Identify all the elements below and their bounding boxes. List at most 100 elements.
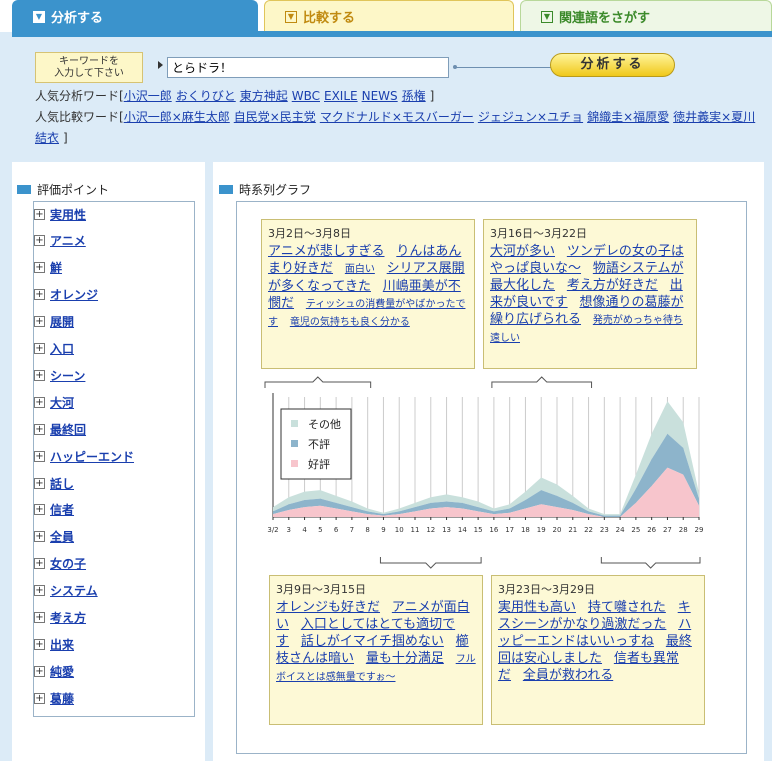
popular-analysis-link[interactable]: 孫権 (402, 89, 426, 103)
eval-item[interactable]: + 話し (34, 474, 74, 492)
expand-plus-icon[interactable]: + (34, 638, 45, 650)
eval-item-link[interactable]: 葛藤 (50, 690, 74, 707)
tab-related[interactable]: ▼ 関連語をさがす (520, 0, 772, 32)
eval-item[interactable]: + 女の子 (34, 555, 86, 573)
popular-compare-link[interactable]: ジェジュン×ユチョ (478, 110, 583, 124)
expand-plus-icon[interactable]: + (34, 262, 45, 274)
eval-item-link[interactable]: 純愛 (50, 663, 74, 680)
expand-plus-icon[interactable]: + (34, 504, 45, 516)
popular-analysis-link[interactable]: 小沢一郎 (124, 89, 172, 103)
eval-item[interactable]: + システム (34, 582, 98, 600)
eval-item-link[interactable]: 信者 (50, 501, 74, 518)
tab-bar: ▼ 分析する ▼ 比較する ▼ 関連語をさがす (0, 0, 772, 32)
expand-plus-icon[interactable]: + (34, 477, 45, 489)
eval-item[interactable]: + シーン (34, 366, 85, 384)
comment-link[interactable]: オレンジも好きだ (276, 600, 380, 615)
analyze-button[interactable]: 分析する (550, 53, 675, 77)
popular-analysis-link[interactable]: おくりびと (176, 89, 236, 103)
expand-plus-icon[interactable]: + (34, 396, 45, 408)
keyword-label-line1: キーワードを (59, 56, 119, 67)
keyword-label: キーワードを 入力して下さい (35, 52, 143, 83)
eval-item[interactable]: + オレンジ (34, 286, 98, 304)
eval-item[interactable]: + 最終回 (34, 420, 86, 438)
popular-compare-link[interactable]: 錦織圭×福原愛 (587, 110, 669, 124)
expand-plus-icon[interactable]: + (34, 612, 45, 623)
popular-compare-link[interactable]: マクドナルド×モスバーガー (320, 110, 474, 124)
eval-item[interactable]: + 展開 (34, 313, 74, 331)
eval-item[interactable]: + 全員 (34, 528, 74, 546)
eval-item-link[interactable]: 女の子 (50, 555, 86, 572)
expand-plus-icon[interactable]: + (34, 316, 45, 328)
keyword-label-line2: 入力して下さい (54, 68, 124, 79)
eval-item[interactable]: + 信者 (34, 501, 74, 519)
comment-link[interactable]: 面白い (345, 264, 375, 275)
popular-compare-close: ] (63, 131, 68, 145)
eval-item-link[interactable]: 考え方 (50, 609, 86, 626)
eval-item-link[interactable]: 最終回 (50, 421, 86, 438)
expand-plus-icon[interactable]: + (34, 289, 45, 301)
expand-plus-icon[interactable]: + (34, 450, 45, 462)
eval-item-link[interactable]: シーン (50, 367, 85, 384)
comment-link[interactable]: 実用性も高い (498, 600, 576, 615)
eval-item[interactable]: + アニメ (34, 232, 86, 250)
arrow-icon (158, 61, 163, 69)
eval-item[interactable]: + 実用性 (34, 205, 86, 223)
popular-analysis-link[interactable]: EXILE (324, 89, 358, 103)
keyword-input[interactable] (167, 57, 449, 78)
eval-item[interactable]: + ハッピーエンド (34, 447, 134, 465)
eval-item-link[interactable]: 話し (50, 475, 74, 492)
popular-analysis-link[interactable]: WBC (292, 89, 320, 103)
comment-link[interactable]: 考え方が好きだ (567, 278, 658, 293)
comment-link[interactable]: 大河が多い (490, 244, 555, 259)
expand-plus-icon[interactable]: + (34, 558, 45, 570)
eval-item-link[interactable]: 鮮 (50, 259, 62, 276)
expand-plus-icon[interactable]: + (34, 665, 45, 677)
comment-link[interactable]: アニメが悲しすぎる (268, 244, 384, 259)
expand-plus-icon[interactable]: + (34, 692, 45, 704)
eval-item-link[interactable]: 出来 (50, 636, 74, 653)
eval-item-link[interactable]: ハッピーエンド (50, 448, 134, 465)
eval-item[interactable]: + 入口 (34, 340, 74, 358)
comment-link[interactable]: 全員が救われる (523, 668, 613, 683)
expand-plus-icon[interactable]: + (34, 208, 45, 220)
comment-link[interactable]: 持て囃された (588, 600, 666, 615)
eval-item[interactable]: + 純愛 (34, 662, 74, 680)
expand-plus-icon[interactable]: + (34, 423, 45, 435)
period-bracket (379, 557, 482, 569)
expand-plus-icon[interactable]: + (34, 343, 45, 354)
comment-link[interactable]: 話しがイマイチ掴めない (301, 634, 444, 649)
expand-plus-icon[interactable]: + (34, 369, 45, 381)
tab-compare[interactable]: ▼ 比較する (264, 0, 514, 32)
expand-plus-icon[interactable]: + (34, 235, 45, 247)
eval-item[interactable]: + 出来 (34, 635, 74, 653)
search-panel: キーワードを 入力して下さい 分析する 人気分析ワード[小沢一郎おくりびと東方神… (12, 37, 772, 162)
popular-analysis-link[interactable]: NEWS (362, 89, 398, 103)
eval-item-link[interactable]: 全員 (50, 528, 74, 545)
comment-link[interactable]: 量も十分満足 (366, 651, 444, 666)
popular-compare-link[interactable]: 小沢一郎×麻生太郎 (124, 110, 230, 124)
popular-compare-link[interactable]: 自民党×民主党 (234, 110, 316, 124)
eval-item-link[interactable]: 大河 (50, 394, 74, 411)
popular-analysis-link[interactable]: 東方神起 (240, 89, 288, 103)
eval-item-link[interactable]: オレンジ (50, 286, 98, 303)
eval-item-link[interactable]: システム (50, 582, 98, 599)
eval-item-link[interactable]: 実用性 (50, 206, 86, 223)
popular-compare-link[interactable]: 結衣 (35, 131, 59, 145)
right-margin-bar (764, 162, 772, 761)
popular-compare-link[interactable]: 徳井義実×夏川 (673, 110, 755, 124)
eval-item[interactable]: + 考え方 (34, 609, 86, 627)
tab-marker-icon: ▼ (541, 10, 553, 23)
eval-item[interactable]: + 葛藤 (34, 689, 74, 707)
expand-plus-icon[interactable]: + (34, 531, 45, 543)
tab-analyze[interactable]: ▼ 分析する (12, 0, 258, 32)
eval-item[interactable]: + 大河 (34, 393, 74, 411)
eval-item-link[interactable]: アニメ (50, 232, 86, 249)
comment-link[interactable]: 竜児の気持ちも良く分かる (290, 317, 410, 328)
eval-item-link[interactable]: 入口 (50, 340, 74, 357)
legend-swatch (291, 440, 298, 447)
left-margin-bar (0, 0, 12, 761)
eval-item-link[interactable]: 展開 (50, 313, 74, 330)
eval-item[interactable]: + 鮮 (34, 259, 62, 277)
x-tick-label: 21 (568, 526, 577, 534)
expand-plus-icon[interactable]: + (34, 585, 45, 597)
